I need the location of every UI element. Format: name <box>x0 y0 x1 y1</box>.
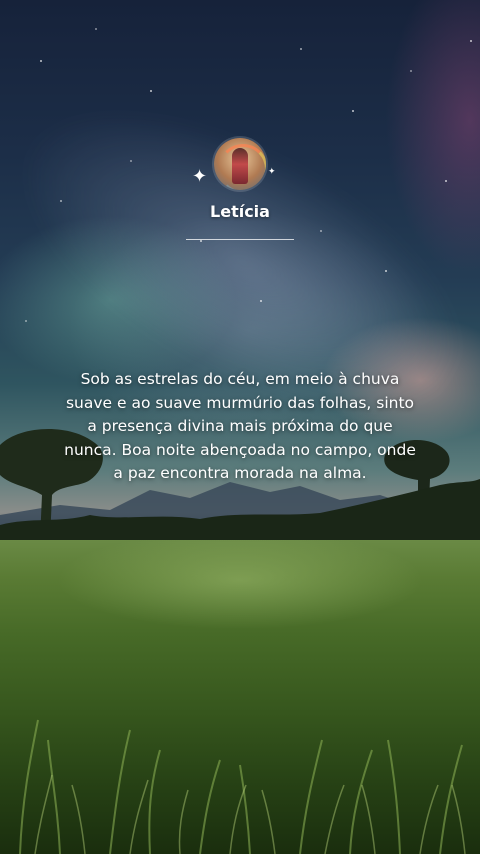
grass-blades <box>19 719 466 854</box>
name-divider <box>186 239 294 240</box>
sparkle-small-icon: ✦ <box>268 167 276 177</box>
user-avatar[interactable] <box>214 138 266 190</box>
sparkle-icon: ✦ <box>192 166 208 187</box>
profile-name: Letícia <box>210 202 270 221</box>
person-figure <box>232 148 248 184</box>
story-screen: ✦ ✦ Letícia Sob as estrelas do céu, em m… <box>0 0 480 854</box>
quote-text: Sob as estrelas do céu, em meio à chuva … <box>64 370 416 482</box>
